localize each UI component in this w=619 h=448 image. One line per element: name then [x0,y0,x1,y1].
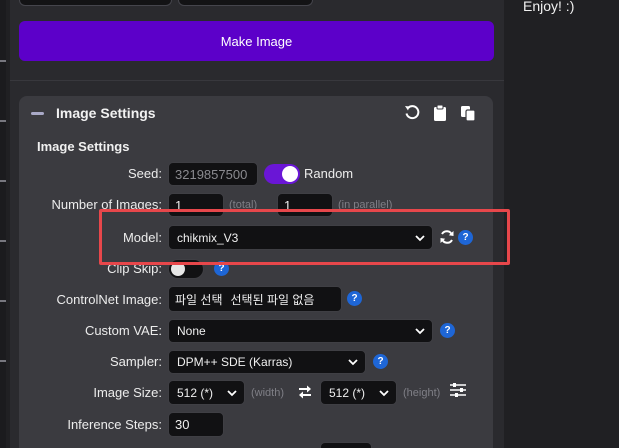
reset-icon[interactable] [403,104,421,122]
chevron-down-icon [348,359,358,366]
seed-label: Seed: [128,166,162,181]
height-select[interactable]: 512 (*) [320,380,397,405]
inference-steps-input[interactable]: 30 [168,412,224,437]
make-image-button[interactable]: Make Image [19,21,494,61]
controlnet-help-icon[interactable]: ? [347,291,362,306]
image-size-label: Image Size: [93,385,162,400]
left-edge-strip [0,0,6,448]
custom-vae-label: Custom VAE: [84,323,162,338]
panel-header[interactable]: Image Settings [19,96,493,132]
chevron-down-icon [227,389,237,396]
controlnet-file-input[interactable]: 파일 선택 선택된 파일 없음 [168,286,342,312]
vae-help-icon[interactable]: ? [440,323,455,338]
chevron-down-icon [379,389,389,396]
controlnet-label: ControlNet Image: [56,292,163,307]
chevron-down-icon [415,328,425,335]
swap-icon[interactable] [297,384,313,400]
file-choose-button[interactable]: 파일 선택 [175,291,223,308]
next-row-input[interactable] [320,442,372,448]
highlight-box [99,209,510,265]
top-field-left[interactable] [19,0,172,6]
copy-icon[interactable] [459,104,477,122]
paste-icon[interactable] [431,104,449,122]
random-seed-toggle[interactable] [264,164,300,184]
sampler-label: Sampler: [109,354,162,369]
sampler-select[interactable]: DPM++ SDE (Karras) [168,350,366,374]
seed-input[interactable]: 3219857500 [168,162,258,186]
section-divider [10,80,504,81]
width-select[interactable]: 512 (*) [168,380,245,405]
width-value: 512 (*) [177,385,214,400]
minus-icon[interactable] [31,112,44,115]
height-hint: (height) [403,387,441,399]
height-value: 512 (*) [329,385,366,400]
top-field-right[interactable] [178,0,313,6]
sampler-value: DPM++ SDE (Karras) [177,355,293,369]
section-subtitle: Image Settings [37,139,130,154]
file-status: 선택된 파일 없음 [230,292,315,307]
right-column: Enjoy! :) [505,0,619,448]
inference-steps-label: Inference Steps: [67,417,162,432]
sliders-icon[interactable] [449,382,467,398]
vae-value: None [177,324,206,338]
vae-select[interactable]: None [168,319,433,343]
random-label: Random [304,166,354,181]
panel-title: Image Settings [56,105,156,121]
sampler-help-icon[interactable]: ? [373,354,388,369]
width-hint: (width) [251,387,285,399]
app-window: Enjoy! :) Make Image Image Settings Imag… [0,0,619,448]
enjoy-text: Enjoy! :) [523,0,575,14]
